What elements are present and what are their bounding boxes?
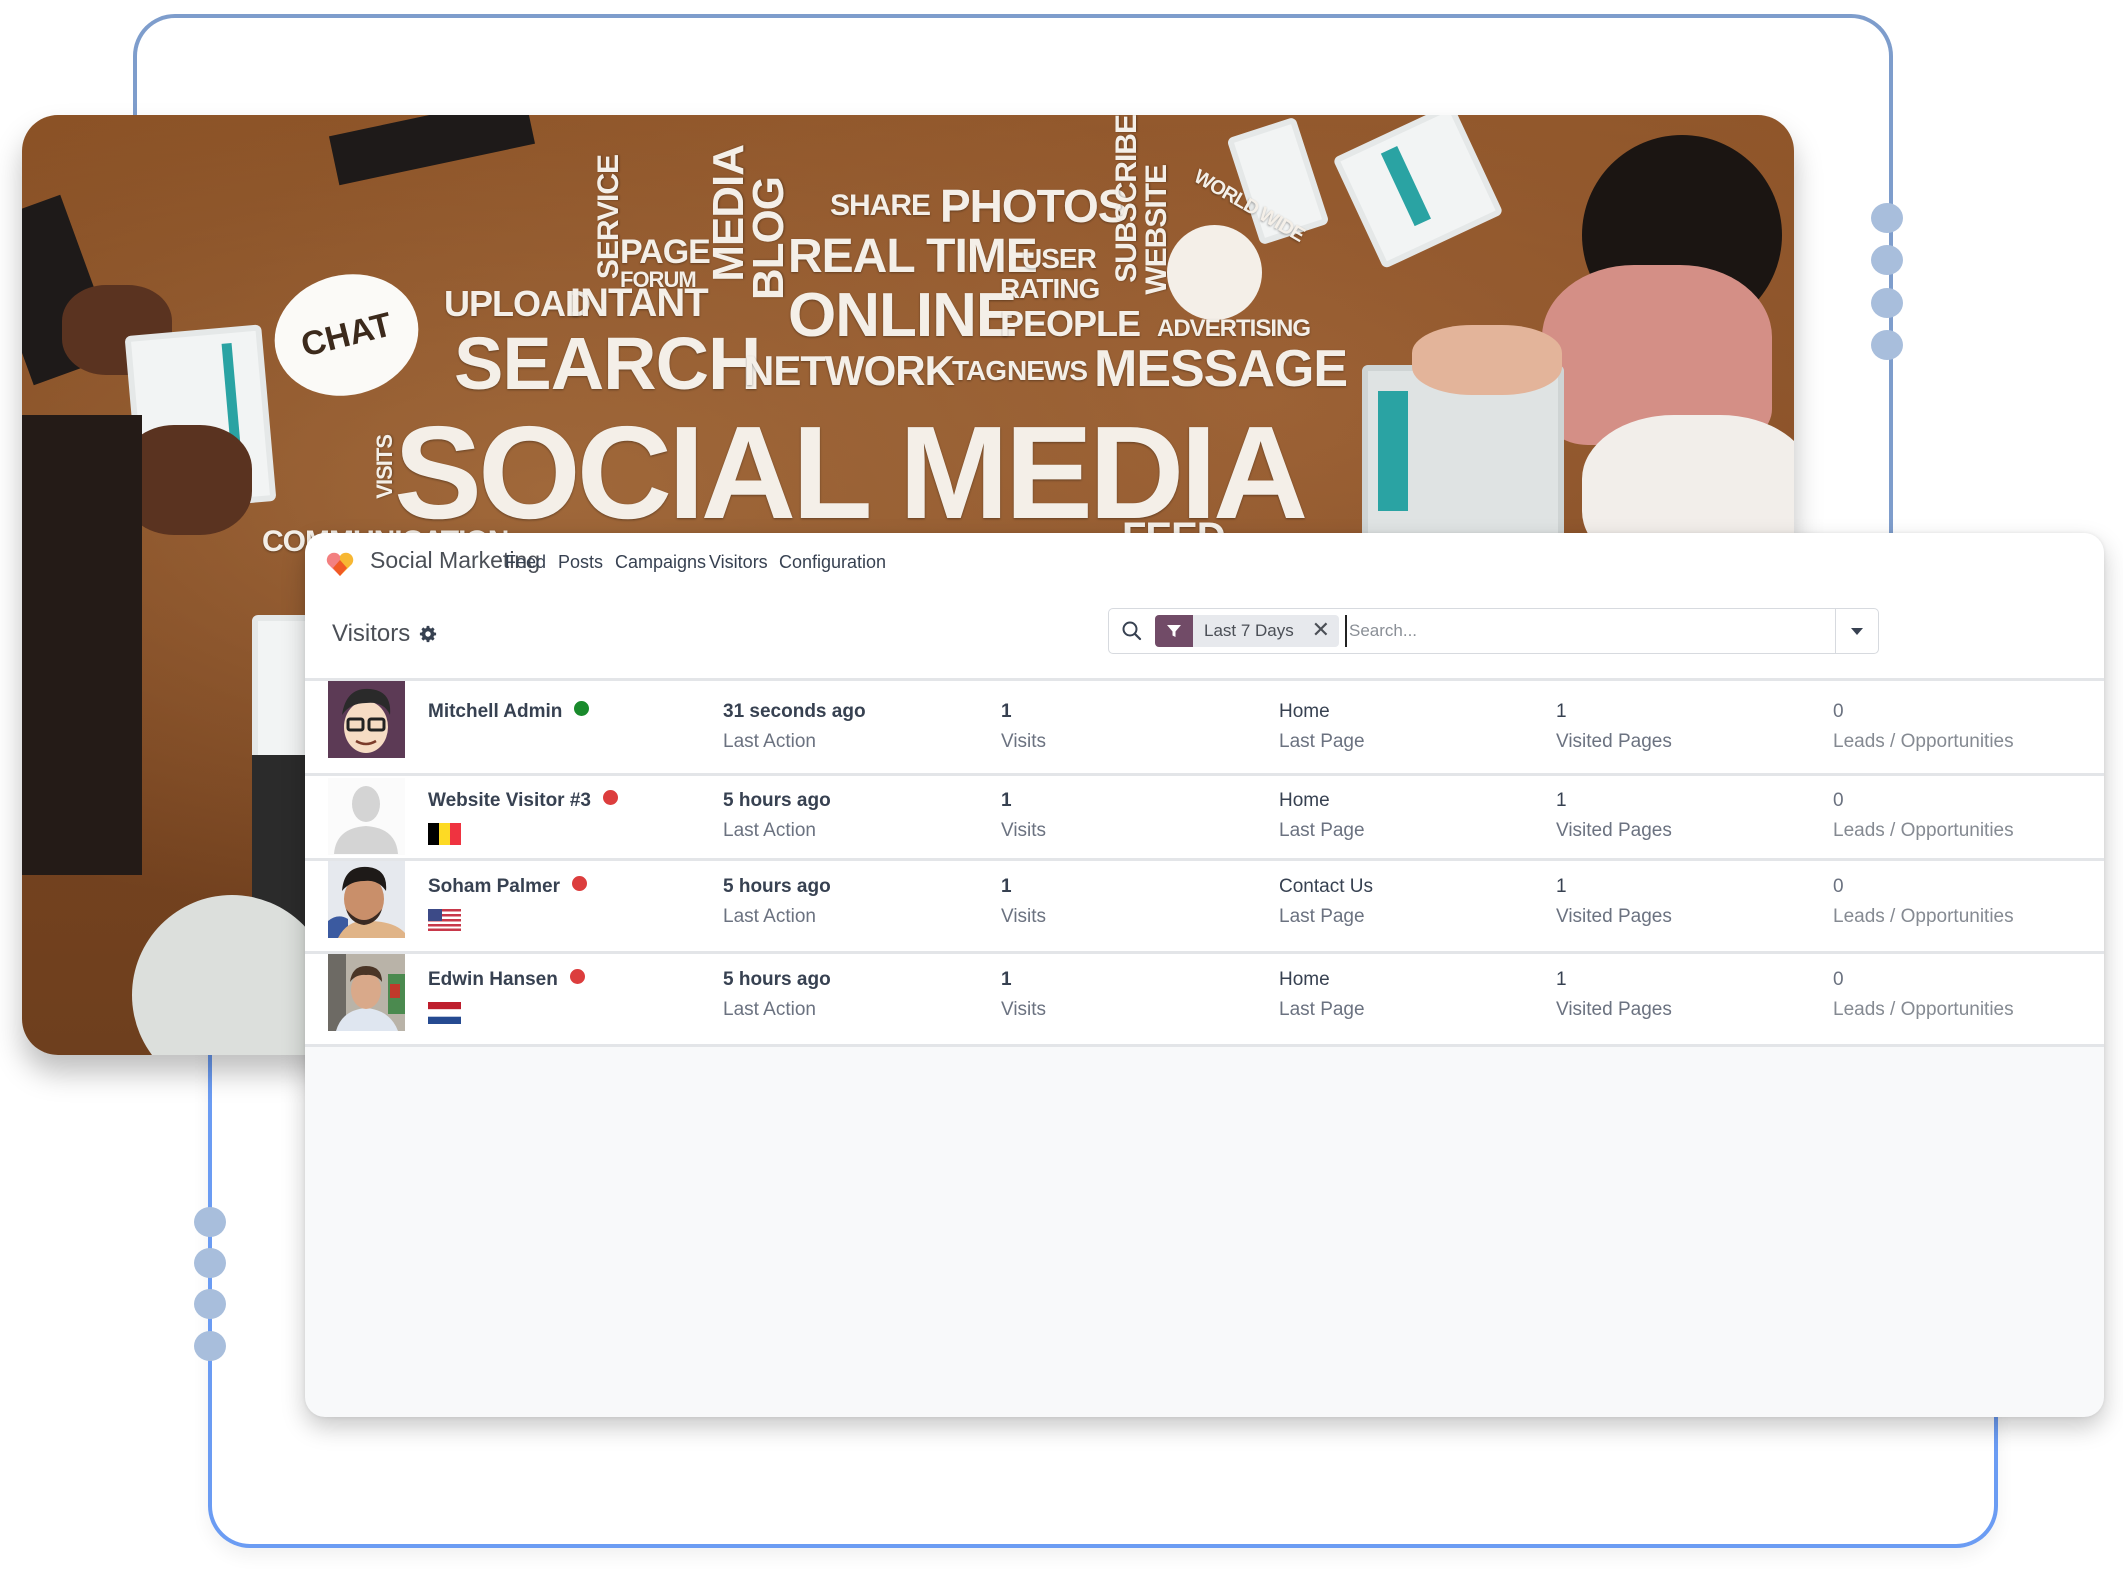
- leads-field: 0 Leads / Opportunities: [1833, 876, 2014, 927]
- last-page-field: Contact Us Last Page: [1279, 876, 1373, 927]
- last-page-field: Home Last Page: [1279, 701, 1365, 752]
- last-action-field: 31 seconds ago Last Action: [723, 701, 866, 752]
- top-navbar: Social Marketing Feed Posts Campaigns Vi…: [305, 533, 2104, 593]
- visitor-list: Mitchell Admin 31 seconds ago Last Action…: [305, 681, 2104, 1047]
- tablet-shape: [1332, 115, 1504, 270]
- visitor-row[interactable]: Website Visitor #3 5 hours ago Last Actio…: [305, 776, 2104, 861]
- nav-posts[interactable]: Posts: [558, 552, 603, 573]
- visitor-row[interactable]: Mitchell Admin 31 seconds ago Last Action…: [305, 681, 2104, 776]
- nav-feed[interactable]: Feed: [505, 552, 546, 573]
- nav-visitors[interactable]: Visitors: [709, 552, 768, 573]
- word: SEARCH: [454, 322, 761, 405]
- remove-facet-icon[interactable]: ✕: [1312, 619, 1330, 643]
- offline-status-dot: [572, 876, 587, 891]
- hand-shape: [1412, 325, 1562, 395]
- visitor-name: Website Visitor #3: [428, 790, 618, 812]
- visited-pages-field: 1 Visited Pages: [1556, 701, 1672, 752]
- usa-flag-icon: [428, 909, 461, 931]
- visits-field: 1 Visits: [1001, 876, 1047, 927]
- filter-facet-label: Last 7 Days: [1204, 621, 1294, 640]
- word: TAG: [952, 355, 1007, 386]
- chat-bubble: CHAT: [261, 259, 432, 411]
- word: BLOG: [744, 177, 793, 301]
- word: MESSAGE: [1094, 340, 1348, 398]
- sleeve-shape: [22, 415, 142, 875]
- search-icon[interactable]: [1121, 620, 1143, 642]
- leads-field: 0 Leads / Opportunities: [1833, 969, 2014, 1020]
- avatar: [328, 861, 405, 938]
- avatar: [328, 681, 405, 758]
- visits-field: 1 Visits: [1001, 701, 1047, 752]
- caret-down-icon: [1851, 627, 1863, 635]
- visited-pages-field: 1 Visited Pages: [1556, 876, 1672, 927]
- nav-configuration[interactable]: Configuration: [779, 552, 886, 573]
- last-action-field: 5 hours ago Last Action: [723, 876, 831, 927]
- last-page-field: Home Last Page: [1279, 790, 1365, 841]
- visitor-name: Soham Palmer: [428, 876, 587, 898]
- visits-field: 1 Visits: [1001, 790, 1047, 841]
- visitor-name: Mitchell Admin: [428, 701, 590, 723]
- visits-field: 1 Visits: [1001, 969, 1047, 1020]
- word: ONLINE: [788, 281, 1017, 350]
- offline-status-dot: [569, 969, 585, 984]
- word: USER: [1022, 243, 1097, 274]
- decorative-dot: [1871, 203, 1903, 233]
- search-bar: Last 7 Days ✕: [1108, 608, 1879, 654]
- belgium-flag-icon: [428, 823, 461, 845]
- online-status-dot: [574, 701, 590, 716]
- word: INTANT: [570, 281, 709, 325]
- visited-pages-field: 1 Visited Pages: [1556, 969, 1672, 1020]
- word: NETWORK: [744, 347, 955, 394]
- decorative-dot: [194, 1248, 226, 1278]
- visited-pages-field: 1 Visited Pages: [1556, 790, 1672, 841]
- odoo-app-window: Social Marketing Feed Posts Campaigns Vi…: [305, 533, 2104, 1417]
- decorative-dot: [1871, 245, 1903, 275]
- filter-icon: [1155, 615, 1193, 647]
- word: NEWS: [1007, 355, 1088, 386]
- visitor-row[interactable]: Soham Palmer 5 hours ago Last Action 1 Vis…: [305, 861, 2104, 954]
- leads-field: 0 Leads / Opportunities: [1833, 701, 2014, 752]
- word: SHARE: [830, 189, 931, 222]
- control-panel: Visitors Last 7 Days ✕: [305, 593, 2104, 681]
- decorative-dot: [194, 1207, 226, 1237]
- leads-field: 0 Leads / Opportunities: [1833, 790, 2014, 841]
- search-options-toggle[interactable]: [1835, 609, 1878, 653]
- last-action-field: 5 hours ago Last Action: [723, 790, 831, 841]
- netherlands-flag-icon: [428, 1002, 461, 1024]
- offline-status-dot: [602, 790, 618, 805]
- globe-icon: [1167, 225, 1262, 320]
- decorative-dot: [1871, 288, 1903, 318]
- decorative-dot: [194, 1289, 226, 1319]
- filter-facet[interactable]: Last 7 Days ✕: [1155, 615, 1339, 647]
- visitor-row[interactable]: Edwin Hansen 5 hours ago Last Action 1 Vis…: [305, 954, 2104, 1047]
- decorative-dot: [1871, 330, 1903, 360]
- breadcrumb: Visitors: [332, 620, 411, 647]
- word: SUBSCRIBE: [1110, 115, 1143, 283]
- word: PHOTOS: [940, 180, 1128, 232]
- phone-shape: [328, 115, 536, 186]
- nav-campaigns[interactable]: Campaigns: [615, 552, 706, 573]
- decorative-dot: [194, 1331, 226, 1361]
- search-input[interactable]: [1345, 615, 1791, 647]
- gear-icon[interactable]: [419, 625, 437, 643]
- last-action-field: 5 hours ago Last Action: [723, 969, 831, 1020]
- visitor-name: Edwin Hansen: [428, 969, 585, 991]
- avatar: [328, 778, 405, 855]
- social-marketing-logo-icon[interactable]: [325, 551, 355, 577]
- word: UPLOAD: [444, 283, 591, 324]
- last-page-field: Home Last Page: [1279, 969, 1365, 1020]
- avatar: [328, 954, 405, 1031]
